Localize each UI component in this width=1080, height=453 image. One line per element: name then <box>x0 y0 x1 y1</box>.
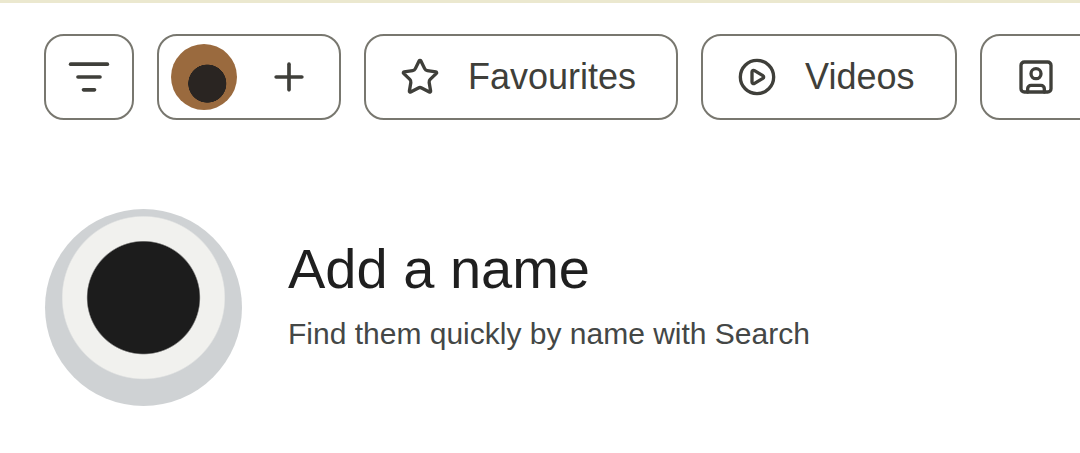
chip-label: Videos <box>805 56 914 98</box>
chip-label: Favourites <box>468 56 636 98</box>
play-icon <box>737 57 777 97</box>
portrait-icon <box>1016 57 1056 97</box>
chip-row: Favourites Videos <box>0 3 1080 120</box>
portrait-chip[interactable] <box>980 34 1080 120</box>
person-row: Add a name Find them quickly by name with… <box>0 120 1080 406</box>
filter-chip[interactable] <box>44 34 134 120</box>
favourites-chip[interactable]: Favourites <box>364 34 678 120</box>
plus-icon <box>267 55 311 99</box>
person-photo[interactable] <box>45 209 242 406</box>
avatar-add-chip[interactable] <box>157 34 341 120</box>
videos-chip[interactable]: Videos <box>701 34 956 120</box>
person-text: Add a name Find them quickly by name with… <box>288 237 810 351</box>
add-name-subtitle: Find them quickly by name with Search <box>288 316 810 352</box>
photos-page: Favourites Videos Add a name Find them quic… <box>0 0 1080 453</box>
add-name-title[interactable]: Add a name <box>288 237 810 301</box>
person-avatar <box>171 44 237 110</box>
star-icon <box>400 57 440 97</box>
filter-icon <box>67 55 111 99</box>
